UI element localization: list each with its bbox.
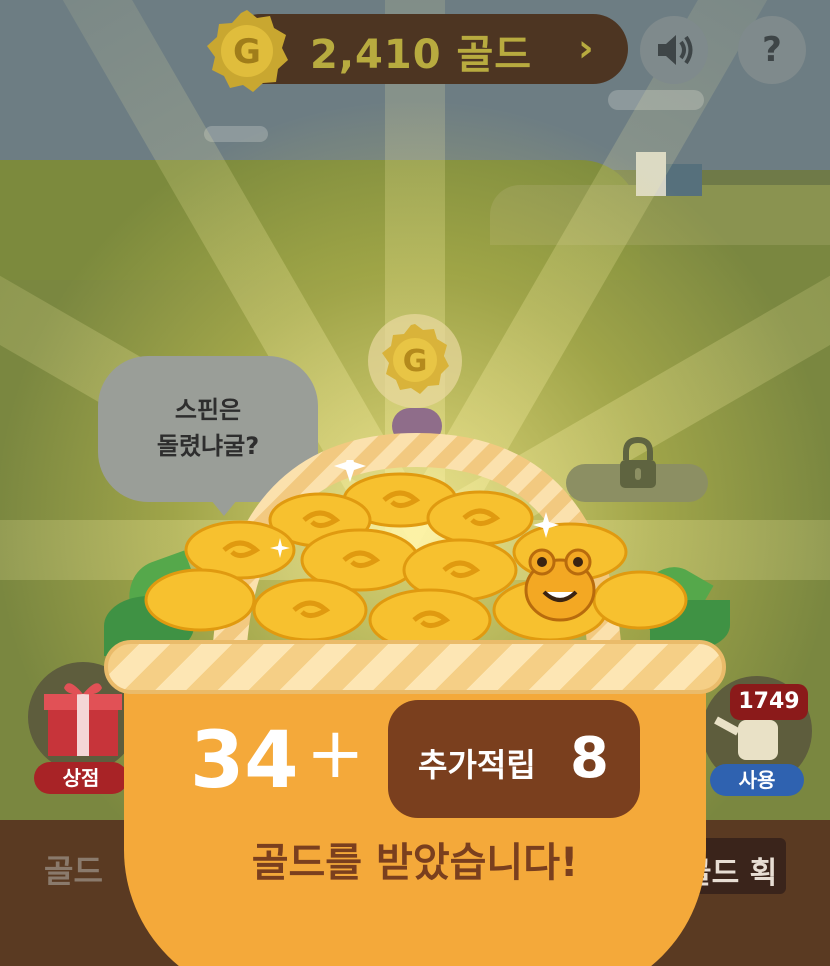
shop-label[interactable]: 상점 [34, 762, 128, 794]
basket-rim [104, 640, 726, 694]
help-button[interactable]: ? [738, 16, 806, 84]
chevron-right-icon: › [578, 26, 594, 70]
bottom-left-text: 골드 [44, 852, 103, 890]
sound-button[interactable] [640, 16, 708, 84]
use-label[interactable]: 사용 [710, 764, 804, 796]
speaker-icon [658, 35, 693, 65]
gold-coin-icon: G [207, 10, 288, 92]
gold-amount: 2,410 골드 [310, 32, 533, 78]
reward-message: 골드를 받았습니다! [251, 840, 579, 886]
use-count-badge: 1749 [730, 684, 808, 720]
svg-text:G: G [233, 32, 261, 72]
speech-line-1: 스핀은 [174, 396, 242, 424]
reward-base-amount: 34 [190, 716, 299, 806]
frog-mascot-icon [524, 548, 596, 622]
svg-text:G: G [403, 344, 428, 379]
gold-coin-icon[interactable]: G [366, 312, 464, 410]
coin-pile [144, 460, 688, 652]
reward-plus-sign: + [306, 712, 365, 794]
bonus-value: 8 [570, 726, 609, 791]
bonus-label: 추가적립 [418, 746, 536, 784]
game-scene: G 2,410 골드 › ? 스핀은 돌렸냐굴? G 상점 1749 사용 골드… [0, 0, 830, 966]
